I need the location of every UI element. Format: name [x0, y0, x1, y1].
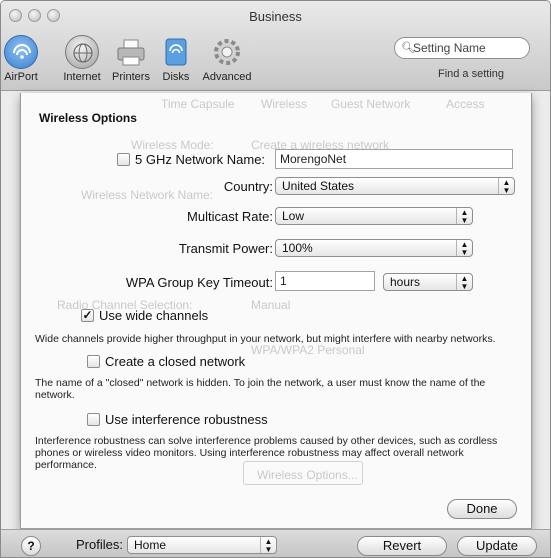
help-button[interactable]: ?	[21, 536, 41, 556]
interference-checkbox[interactable]	[87, 413, 100, 426]
wpa-timeout-field[interactable]: 1	[275, 271, 375, 291]
country-label: Country:	[223, 179, 273, 194]
network-name-field[interactable]: MorengoNet	[275, 149, 513, 169]
country-value: United States	[282, 179, 355, 193]
update-button[interactable]: Update	[457, 536, 537, 556]
toolbar-label-advanced: Advanced	[202, 71, 252, 83]
internet-icon	[65, 35, 99, 69]
ghost-tab-guest-network: Guest Network	[331, 97, 411, 111]
toolbar-item-advanced[interactable]: Advanced	[199, 35, 255, 85]
chevron-updown-icon: ▲ ▼	[456, 240, 472, 257]
disk-icon	[159, 35, 193, 69]
chevron-updown-icon: ▲ ▼	[260, 537, 276, 554]
wireless-options-sheet: Time Capsule Wireless Guest Network Acce…	[20, 93, 532, 529]
toolbar-label-airport: AirPort	[4, 71, 38, 83]
printer-icon	[114, 35, 148, 69]
ghost-tab-wireless: Wireless	[261, 97, 308, 111]
search-icon: 🔍︎	[401, 42, 415, 54]
toolbar-item-internet[interactable]: Internet	[61, 35, 103, 85]
wide-channels-help: Wide channels provide higher throughput …	[35, 333, 496, 345]
window-title: Business	[249, 9, 302, 24]
airport-icon	[4, 35, 38, 69]
bottom-bar: ? Profiles: Home ▲ ▼ Revert Update	[1, 529, 550, 557]
profiles-popup[interactable]: Home ▲ ▼	[127, 536, 277, 554]
ghost-label-wireless-mode: Wireless Mode:	[131, 138, 214, 152]
network-name-label: 5 GHz Network Name:	[135, 152, 266, 167]
toolbar: Business AirPort Internet Printers Disks…	[1, 1, 550, 91]
toolbar-label-printers: Printers	[112, 71, 150, 83]
wide-channels-label: Use wide channels	[99, 308, 209, 323]
ghost-label-network-name: Wireless Network Name:	[81, 188, 214, 202]
wpa-timeout-unit-value: hours	[390, 275, 421, 289]
country-popup[interactable]: United States ▲ ▼	[275, 177, 515, 195]
revert-button[interactable]: Revert	[357, 536, 447, 556]
search-placeholder: Setting Name	[413, 41, 486, 55]
airport-utility-window: Business AirPort Internet Printers Disks…	[0, 0, 551, 558]
interference-label: Use interference robustness	[105, 412, 268, 427]
profiles-value: Home	[134, 538, 167, 552]
toolbar-label-internet: Internet	[63, 71, 101, 83]
wide-channels-checkbox[interactable]: ✓	[81, 309, 94, 322]
chevron-updown-icon: ▲ ▼	[456, 208, 472, 225]
wpa-timeout-label: WPA Group Key Timeout:	[125, 275, 273, 290]
closed-network-checkbox[interactable]	[87, 355, 100, 368]
toolbar-item-printers[interactable]: Printers	[109, 35, 153, 85]
setting-search-input[interactable]: 🔍︎ Setting Name	[394, 37, 530, 59]
chevron-updown-icon: ▲ ▼	[498, 178, 514, 195]
toolbar-item-disks[interactable]: Disks	[159, 35, 193, 85]
transmit-power-popup[interactable]: 100% ▲ ▼	[275, 239, 473, 257]
toolbar-label-disks: Disks	[162, 71, 190, 83]
multicast-rate-label: Multicast Rate:	[187, 209, 273, 224]
ghost-value-channel: Manual	[251, 298, 291, 312]
transmit-power-label: Transmit Power:	[178, 241, 273, 256]
network-name-checkbox[interactable]	[117, 153, 130, 166]
ghost-tab-time-capsule: Time Capsule	[161, 97, 235, 111]
multicast-rate-popup[interactable]: Low ▲ ▼	[275, 207, 473, 225]
multicast-rate-value: Low	[282, 209, 305, 223]
find-setting-caption: Find a setting	[437, 68, 505, 80]
toolbar-item-airport[interactable]: AirPort	[3, 35, 39, 85]
done-button[interactable]: Done	[447, 499, 517, 519]
transmit-power-value: 100%	[282, 241, 313, 255]
gear-icon	[210, 35, 244, 69]
ghost-value-security: WPA/WPA2 Personal	[251, 343, 365, 357]
ghost-tab-access: Access	[446, 97, 485, 111]
closed-network-label: Create a closed network	[105, 354, 246, 369]
profiles-label: Profiles:	[76, 537, 123, 552]
wpa-timeout-unit-popup[interactable]: hours ▲ ▼	[383, 273, 473, 291]
sheet-title: Wireless Options	[39, 111, 137, 125]
chevron-updown-icon: ▲ ▼	[456, 274, 472, 291]
interference-help: Interference robustness can solve interf…	[35, 435, 498, 471]
closed-network-help: The name of a "closed" network is hidden…	[35, 377, 486, 401]
